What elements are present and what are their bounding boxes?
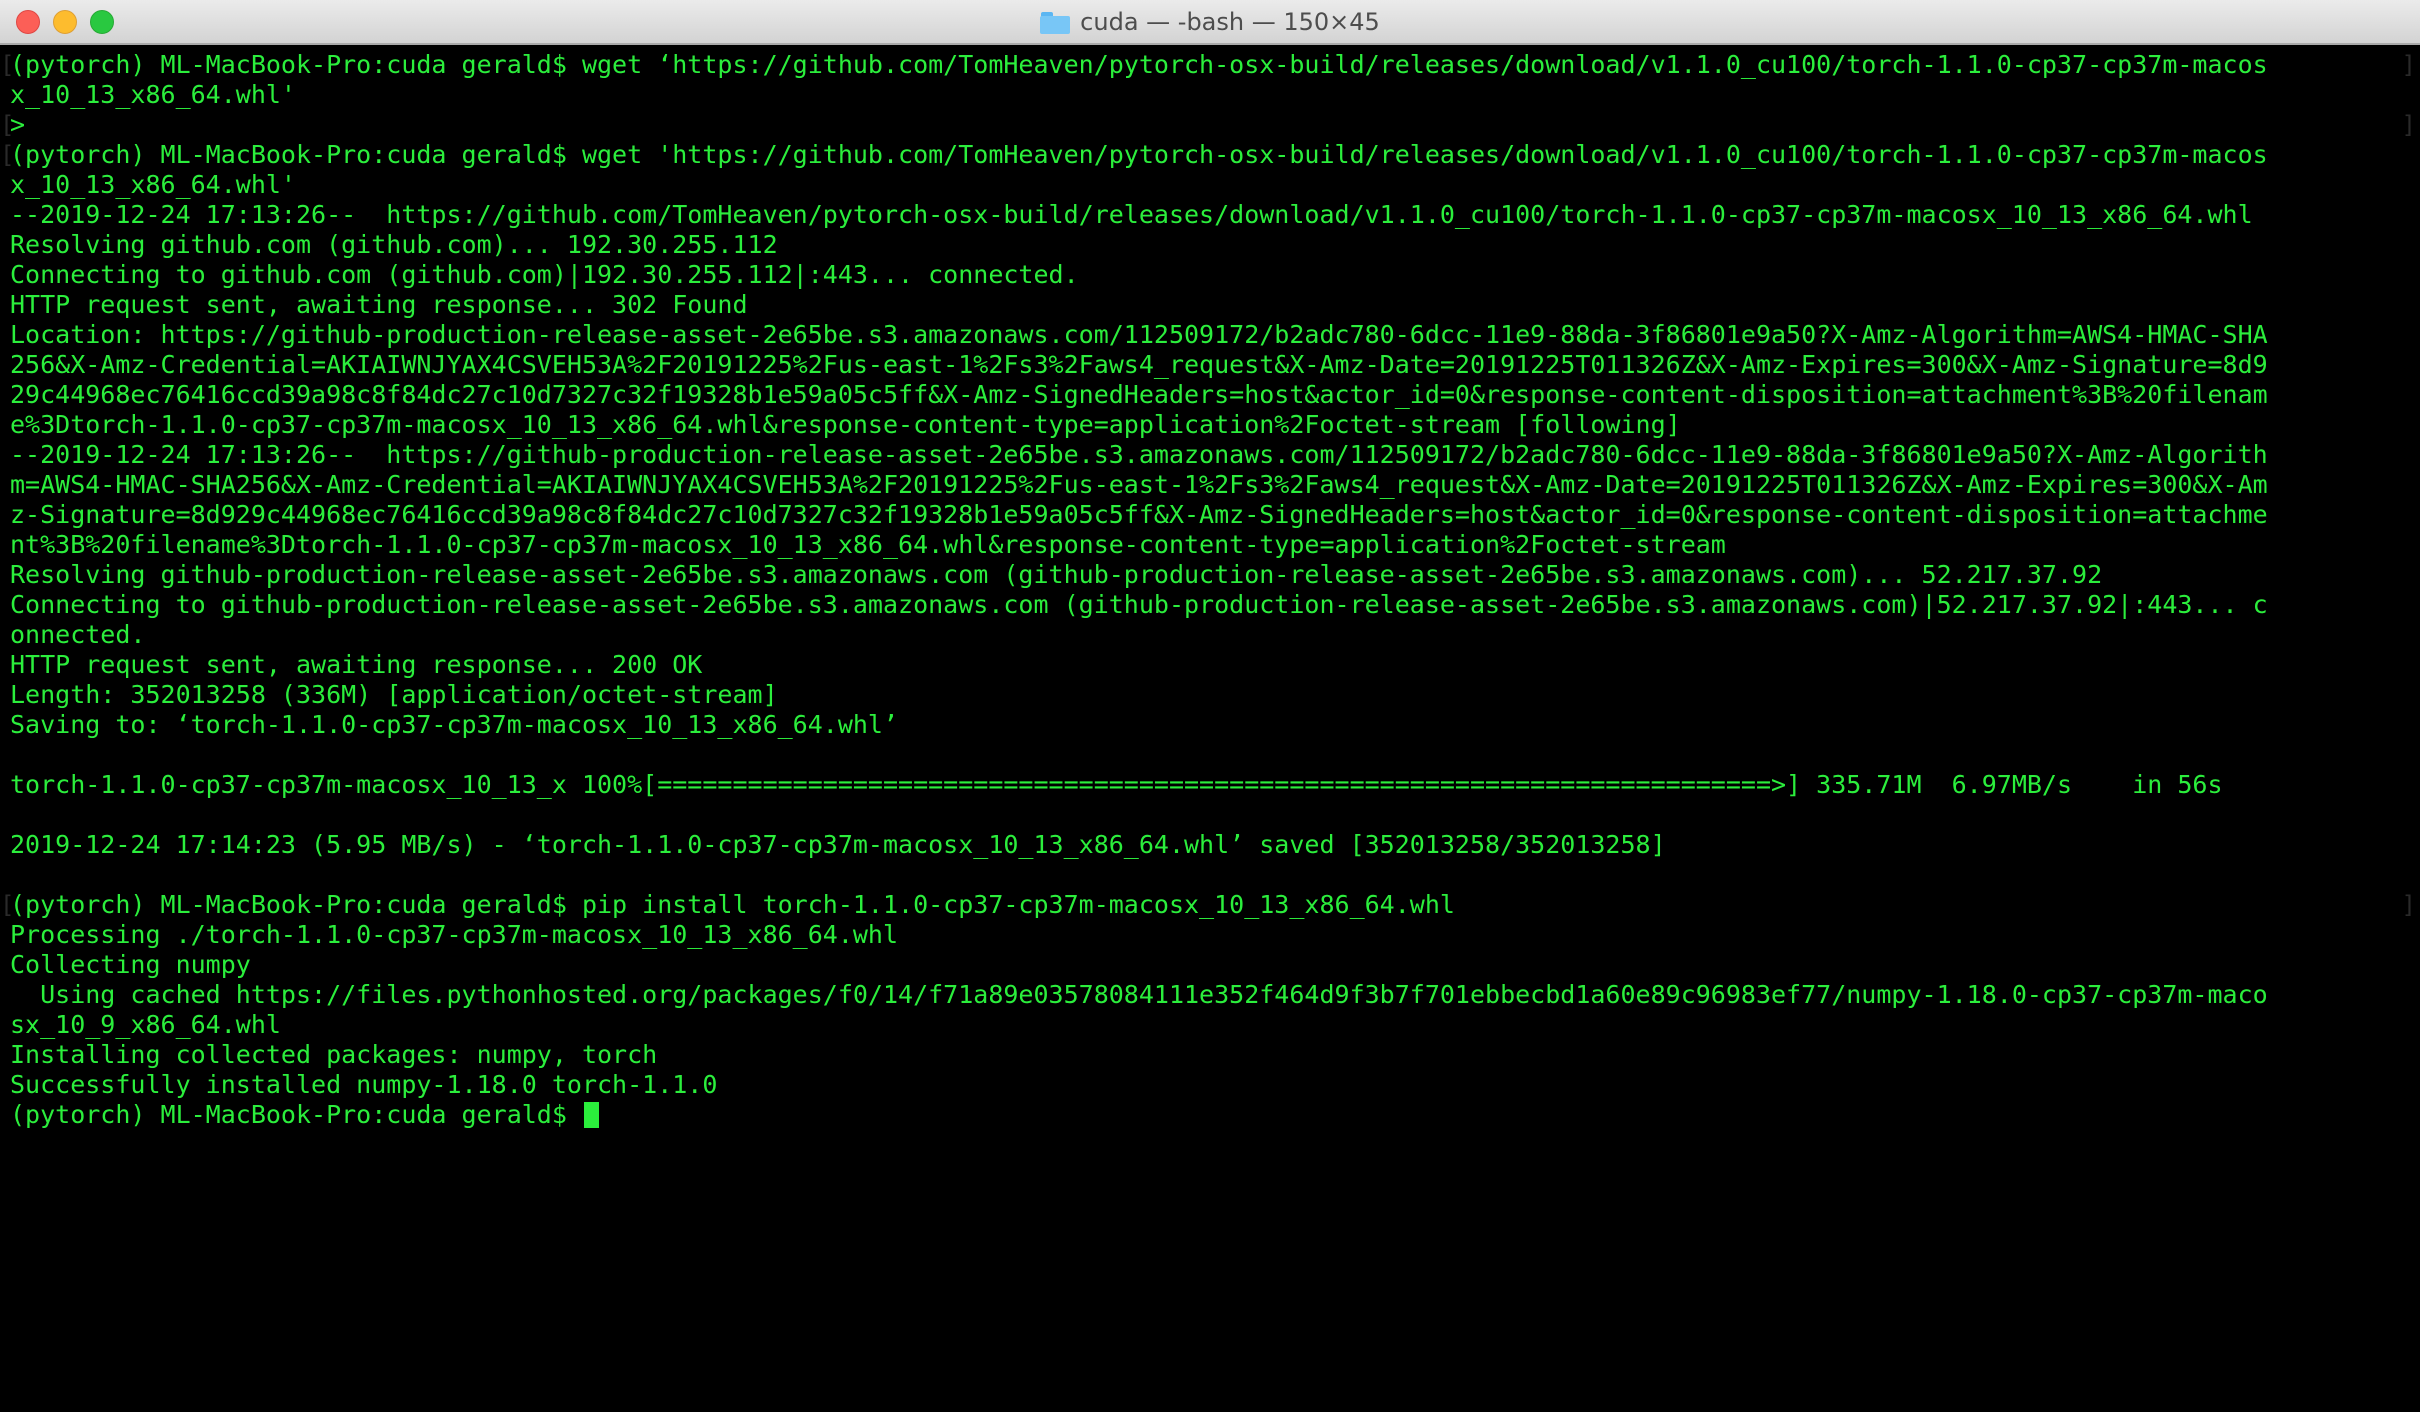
window-title: cuda — -bash — 150×45 bbox=[1080, 8, 1380, 36]
line-end-bracket: ] bbox=[2401, 891, 2416, 919]
terminal-line: --2019-12-24 17:13:26-- https://github-p… bbox=[10, 440, 2268, 469]
terminal-line: x_10_13_x86_64.whl' bbox=[10, 170, 296, 199]
terminal-line: Using cached https://files.pythonhosted.… bbox=[10, 980, 2268, 1009]
terminal-line: z-Signature=8d929c44968ec76416ccd39a98c8… bbox=[10, 500, 2268, 529]
terminal-line: Location: https://github-production-rele… bbox=[10, 320, 2268, 349]
terminal-line: Resolving github.com (github.com)... 192… bbox=[10, 230, 778, 259]
terminal-line: HTTP request sent, awaiting response... … bbox=[10, 290, 748, 319]
folder-icon bbox=[1040, 11, 1071, 34]
terminal-line: 256&X-Amz-Credential=AKIAIWNJYAX4CSVEH53… bbox=[10, 350, 2268, 379]
command-prompt-line[interactable]: (pytorch) ML-MacBook-Pro:cuda gerald$ bbox=[10, 1100, 2405, 1130]
terminal-line: (pytorch) ML-MacBook-Pro:cuda gerald$ pi… bbox=[10, 890, 1455, 919]
terminal-line: 2019-12-24 17:14:23 (5.95 MB/s) - ‘torch… bbox=[10, 830, 1666, 859]
terminal-line: Successfully installed numpy-1.18.0 torc… bbox=[10, 1070, 718, 1099]
terminal-line: Length: 352013258 (336M) [application/oc… bbox=[10, 680, 778, 709]
line-end-bracket: ] bbox=[2401, 51, 2416, 79]
line-start-bracket: [ bbox=[0, 141, 15, 169]
terminal-line: Resolving github-production-release-asse… bbox=[10, 560, 2103, 589]
terminal-line: onnected. bbox=[10, 620, 146, 649]
line-start-bracket: [ bbox=[0, 111, 15, 139]
title-area: cuda — -bash — 150×45 bbox=[0, 0, 2420, 45]
terminal-line: m=AWS4-HMAC-SHA256&X-Amz-Credential=AKIA… bbox=[10, 470, 2268, 499]
terminal-output[interactable]: (pytorch) ML-MacBook-Pro:cuda gerald$ wg… bbox=[10, 50, 2405, 1405]
line-start-bracket: [ bbox=[0, 891, 15, 919]
download-progress-line: torch-1.1.0-cp37-cp37m-macosx_10_13_x 10… bbox=[10, 770, 2223, 799]
terminal-line: Connecting to github-production-release-… bbox=[10, 590, 2268, 619]
terminal-line: (pytorch) ML-MacBook-Pro:cuda gerald$ wg… bbox=[10, 50, 2268, 79]
terminal-line: Processing ./torch-1.1.0-cp37-cp37m-maco… bbox=[10, 920, 899, 949]
line-start-bracket: [ bbox=[0, 51, 15, 79]
terminal-line: Installing collected packages: numpy, to… bbox=[10, 1040, 658, 1069]
text-cursor bbox=[583, 1102, 599, 1128]
terminal-line: (pytorch) ML-MacBook-Pro:cuda gerald$ wg… bbox=[10, 140, 2268, 169]
terminal-line: Collecting numpy bbox=[10, 950, 251, 979]
shell-prompt: (pytorch) ML-MacBook-Pro:cuda gerald$ bbox=[10, 1100, 582, 1129]
terminal-window: cuda — -bash — 150×45 (pytorch) ML-MacBo… bbox=[0, 0, 2420, 1412]
terminal-line: Connecting to github.com (github.com)|19… bbox=[10, 260, 1079, 289]
terminal-line: sx_10_9_x86_64.whl bbox=[10, 1010, 281, 1039]
terminal-line: HTTP request sent, awaiting response... … bbox=[10, 650, 703, 679]
terminal-line: e%3Dtorch-1.1.0-cp37-cp37m-macosx_10_13_… bbox=[10, 410, 1681, 439]
terminal-line: Saving to: ‘torch-1.1.0-cp37-cp37m-macos… bbox=[10, 710, 899, 739]
line-end-bracket: ] bbox=[2401, 111, 2416, 139]
title-bar[interactable]: cuda — -bash — 150×45 bbox=[0, 0, 2420, 45]
terminal-line: 29c44968ec76416ccd39a98c8f84dc27c10d7327… bbox=[10, 380, 2268, 409]
terminal-line: > bbox=[10, 110, 41, 139]
terminal-line: x_10_13_x86_64.whl' bbox=[10, 80, 296, 109]
terminal-line: nt%3B%20filename%3Dtorch-1.1.0-cp37-cp37… bbox=[10, 530, 1726, 559]
terminal-line: --2019-12-24 17:13:26-- https://github.c… bbox=[10, 200, 2253, 229]
